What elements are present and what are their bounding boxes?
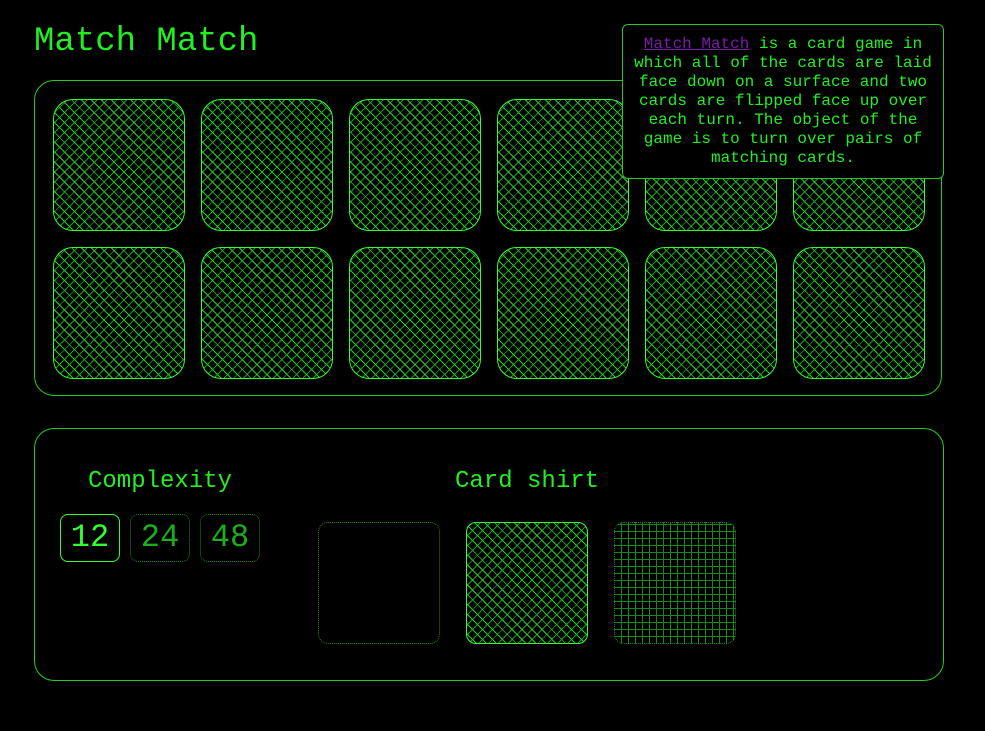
card[interactable]	[349, 99, 481, 231]
info-description: is a card game in which all of the cards…	[634, 35, 932, 167]
info-tooltip: Match Match is a card game in which all …	[622, 24, 944, 179]
card[interactable]	[645, 247, 777, 379]
complexity-label: Complexity	[88, 468, 233, 495]
card-shirt-diagonal-lattice[interactable]	[466, 522, 588, 644]
card-shirt-label: Card shirt	[455, 468, 600, 495]
card-shirt-grid[interactable]	[614, 522, 736, 644]
complexity-option-12[interactable]: 12	[60, 514, 120, 562]
page-title: Match Match	[34, 23, 259, 61]
card[interactable]	[497, 247, 629, 379]
complexity-option-48[interactable]: 48	[200, 514, 260, 562]
card[interactable]	[349, 247, 481, 379]
card[interactable]	[201, 99, 333, 231]
complexity-option-24[interactable]: 24	[130, 514, 190, 562]
card[interactable]	[53, 247, 185, 379]
card[interactable]	[53, 99, 185, 231]
card[interactable]	[793, 247, 925, 379]
card[interactable]	[201, 247, 333, 379]
game-info-link[interactable]: Match Match	[644, 35, 750, 53]
card[interactable]	[497, 99, 629, 231]
card-shirt-blank[interactable]	[318, 522, 440, 644]
